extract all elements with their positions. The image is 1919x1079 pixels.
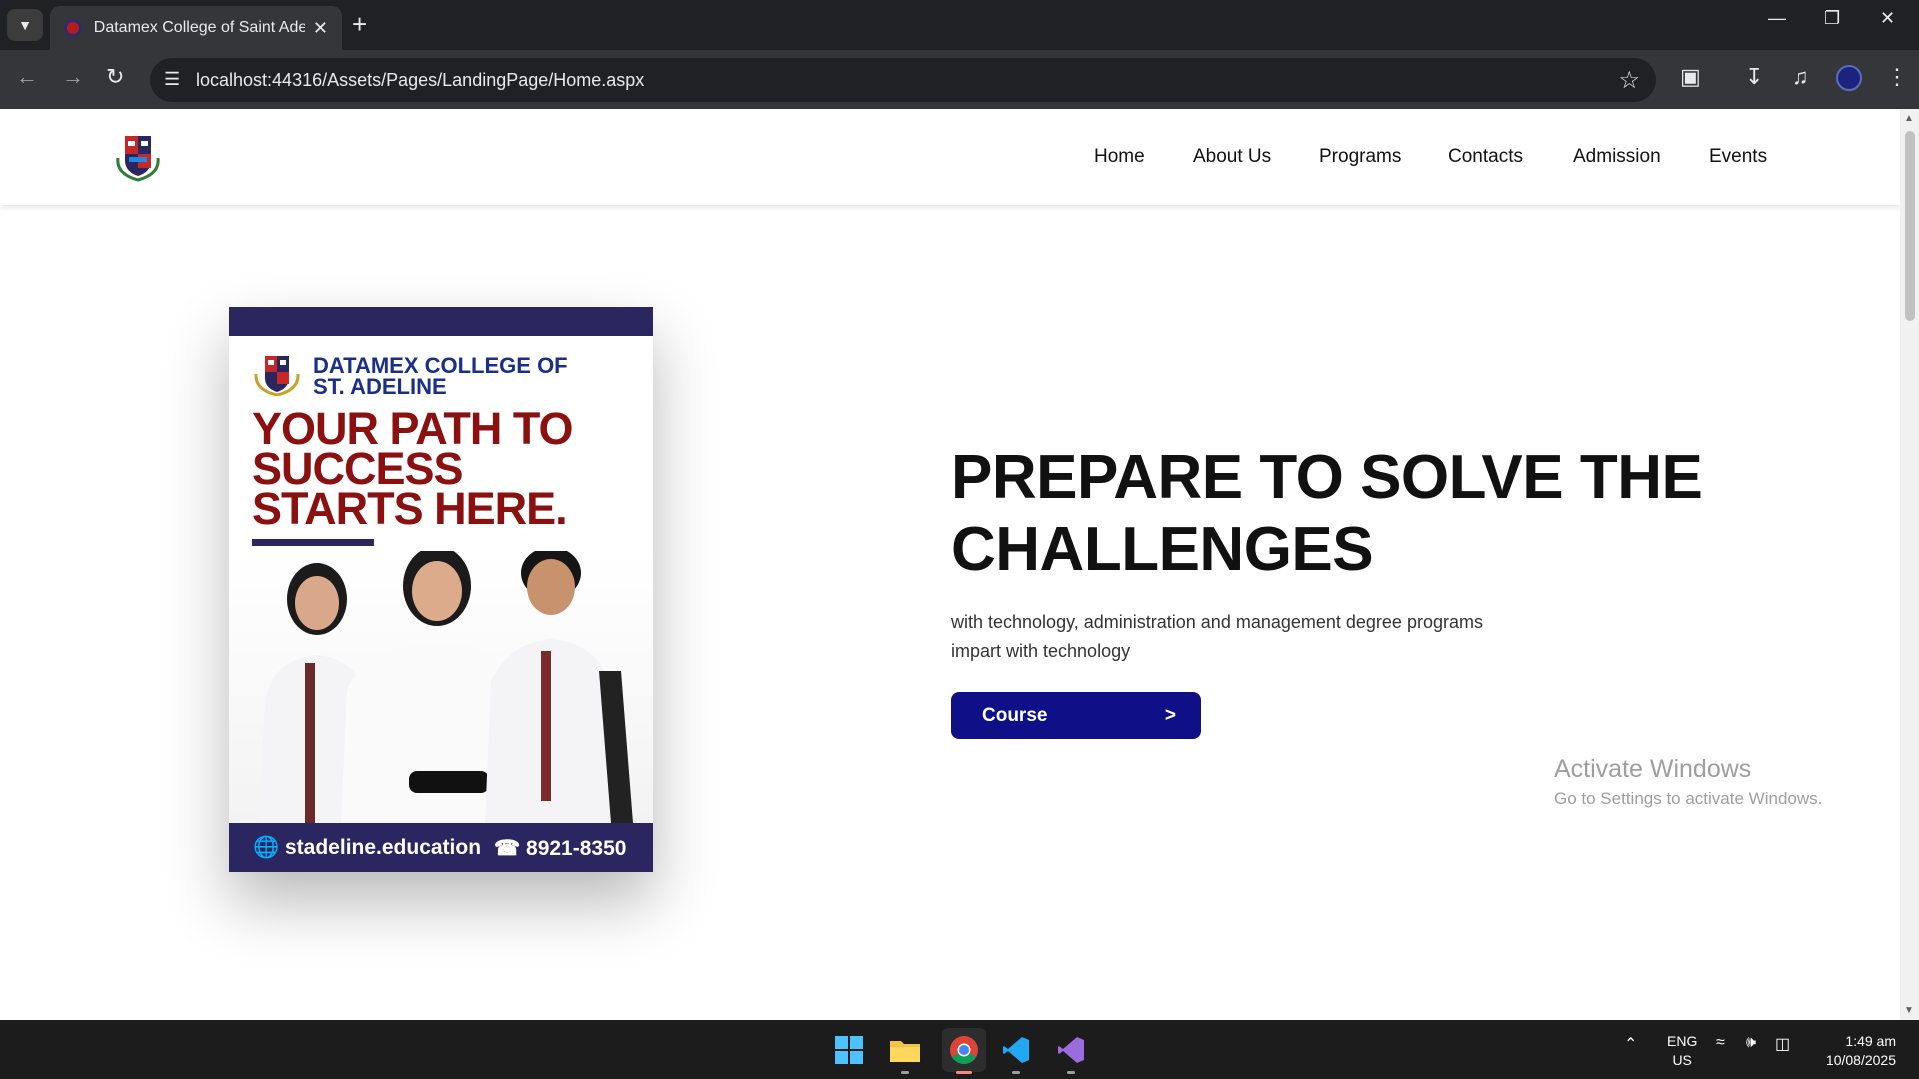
folder-icon (890, 1041, 920, 1062)
volume-icon[interactable]: 🕪 (1746, 1034, 1756, 1052)
activate-windows-hint: Go to Settings to activate Windows. (1554, 789, 1823, 808)
scroll-down-icon[interactable]: ▼ (1904, 1005, 1914, 1016)
course-button-label: Course (982, 704, 1048, 726)
hero-title-line-2: CHALLENGES (951, 515, 1374, 584)
clock-date: 10/08/2025 (1825, 1052, 1896, 1068)
site-info-icon[interactable]: ☰ (164, 69, 180, 90)
plus-icon[interactable]: + (352, 10, 367, 38)
download-icon[interactable]: ↧ (1745, 64, 1763, 90)
site-header: Home About Us Programs Contacts Admissio… (0, 109, 1900, 205)
language-indicator[interactable]: ENG US (1667, 1032, 1697, 1070)
address-bar[interactable]: ☰ localhost:44316/Assets/Pages/LandingPa… (150, 58, 1656, 102)
tab-strip: ▼ Datamex College of Saint Adeline ✕ + —… (0, 0, 1919, 50)
poster-college-line-2: ST. ADELINE (313, 374, 447, 399)
forward-arrow-icon[interactable]: → (62, 64, 84, 90)
globe-icon: 🌐 (253, 836, 280, 859)
more-vert-icon[interactable]: ⋮ (1886, 64, 1908, 90)
hero-subtitle-line-2: impart with technology (951, 641, 1131, 661)
nav-events[interactable]: Events (1709, 146, 1767, 168)
poster-college-name: DATAMEX COLLEGE OF ST. ADELINE (313, 353, 633, 399)
visual-studio-icon[interactable] (1053, 1032, 1089, 1074)
poster-bottom-bar: 🌐 stadeline.education ☎ 8921-8350 (229, 823, 653, 872)
tab-search-button[interactable]: ▼ (7, 9, 43, 41)
poster-top-bar (229, 307, 653, 336)
close-icon[interactable]: ✕ (313, 18, 328, 39)
chevron-down-icon: ▼ (18, 17, 32, 33)
system-clock[interactable]: 1:49 am 10/08/2025 (1808, 1032, 1896, 1070)
reload-icon[interactable]: ↻ (106, 64, 124, 90)
nav-programs[interactable]: Programs (1319, 146, 1401, 168)
page-scrollbar[interactable]: ▲ ▼ (1900, 109, 1919, 1020)
star-icon[interactable]: ☆ (1618, 66, 1640, 95)
poster-website: 🌐 stadeline.education (253, 836, 481, 860)
chrome-logo-icon (950, 1036, 978, 1064)
poster-website-text: stadeline.education (285, 836, 482, 859)
students-photo (229, 551, 653, 823)
poster-tag-line-3: STARTS HERE. (252, 483, 568, 534)
clock-time: 1:49 am (1845, 1033, 1896, 1049)
hero-subtitle: with technology, administration and mana… (951, 608, 1551, 666)
poster-tagline: YOUR PATH TO SUCCESS STARTS HERE. (252, 406, 642, 534)
file-explorer-icon[interactable] (887, 1032, 923, 1074)
windows-logo-icon (835, 1036, 863, 1064)
nav-contacts[interactable]: Contacts (1448, 146, 1523, 168)
hero-title-line-1: PREPARE TO SOLVE THE (951, 443, 1703, 512)
vscode-icon[interactable] (998, 1032, 1034, 1074)
hero-title: PREPARE TO SOLVE THE CHALLENGES (951, 442, 1751, 586)
hero-subtitle-line-1: with technology, administration and mana… (951, 612, 1483, 632)
chevron-up-icon[interactable]: ⌃ (1624, 1034, 1637, 1054)
nav-home[interactable]: Home (1094, 146, 1145, 168)
poster-phone-text: 8921-8350 (526, 837, 627, 860)
windows-taskbar: ⌃ ENG US ≈ 🕪 ◫ 1:49 am 10/08/2025 (0, 1020, 1919, 1079)
battery-icon[interactable]: ◫ (1775, 1034, 1790, 1054)
college-seal-icon (254, 356, 300, 396)
activate-windows-title: Activate Windows (1554, 755, 1752, 783)
poster-college-line-1: DATAMEX COLLEGE OF (313, 353, 568, 378)
site-favicon (64, 19, 82, 37)
wifi-icon[interactable]: ≈ (1716, 1034, 1725, 1052)
phone-icon: ☎ (494, 837, 521, 860)
url-text[interactable]: localhost:44316/Assets/Pages/LandingPage… (196, 70, 644, 91)
admission-poster: DATAMEX COLLEGE OF ST. ADELINE YOUR PATH… (229, 307, 653, 872)
back-arrow-icon[interactable]: ← (16, 64, 38, 90)
poster-underline (252, 539, 374, 546)
active-tab[interactable]: Datamex College of Saint Adeline ✕ (50, 6, 342, 50)
nav-about-us[interactable]: About Us (1193, 146, 1271, 168)
running-indicator (901, 1071, 909, 1074)
nav-admission[interactable]: Admission (1573, 146, 1661, 168)
poster-phone: ☎ 8921-8350 (494, 836, 626, 861)
media-control-icon[interactable]: ♫ (1792, 64, 1809, 90)
language-code: ENG (1667, 1033, 1698, 1049)
chrome-icon[interactable] (942, 1028, 986, 1074)
chevron-right-icon: > (1164, 704, 1176, 726)
minimize-icon[interactable]: — (1768, 8, 1786, 29)
puzzle-icon[interactable]: ▣ (1680, 64, 1701, 90)
running-indicator (1012, 1071, 1020, 1074)
browser-toolbar: ← → ↻ ☰ localhost:44316/Assets/Pages/Lan… (0, 50, 1919, 109)
active-indicator (956, 1071, 972, 1074)
tab-title: Datamex College of Saint Adeline (93, 19, 305, 36)
running-indicator (1067, 1071, 1075, 1074)
visual-studio-logo-icon (1058, 1037, 1084, 1063)
course-button[interactable]: Course > (951, 692, 1201, 739)
windows-start-icon[interactable] (831, 1032, 867, 1068)
scroll-up-icon[interactable]: ▲ (1904, 113, 1914, 124)
avatar[interactable] (1836, 65, 1862, 91)
page-viewport: Home About Us Programs Contacts Admissio… (0, 109, 1900, 1020)
vscode-logo-icon (1003, 1037, 1029, 1063)
restore-icon[interactable]: ❐ (1824, 8, 1840, 29)
scroll-thumb[interactable] (1905, 131, 1915, 321)
college-logo[interactable] (112, 130, 164, 182)
window-close-icon[interactable]: ✕ (1880, 8, 1895, 29)
region-code: US (1672, 1052, 1692, 1068)
